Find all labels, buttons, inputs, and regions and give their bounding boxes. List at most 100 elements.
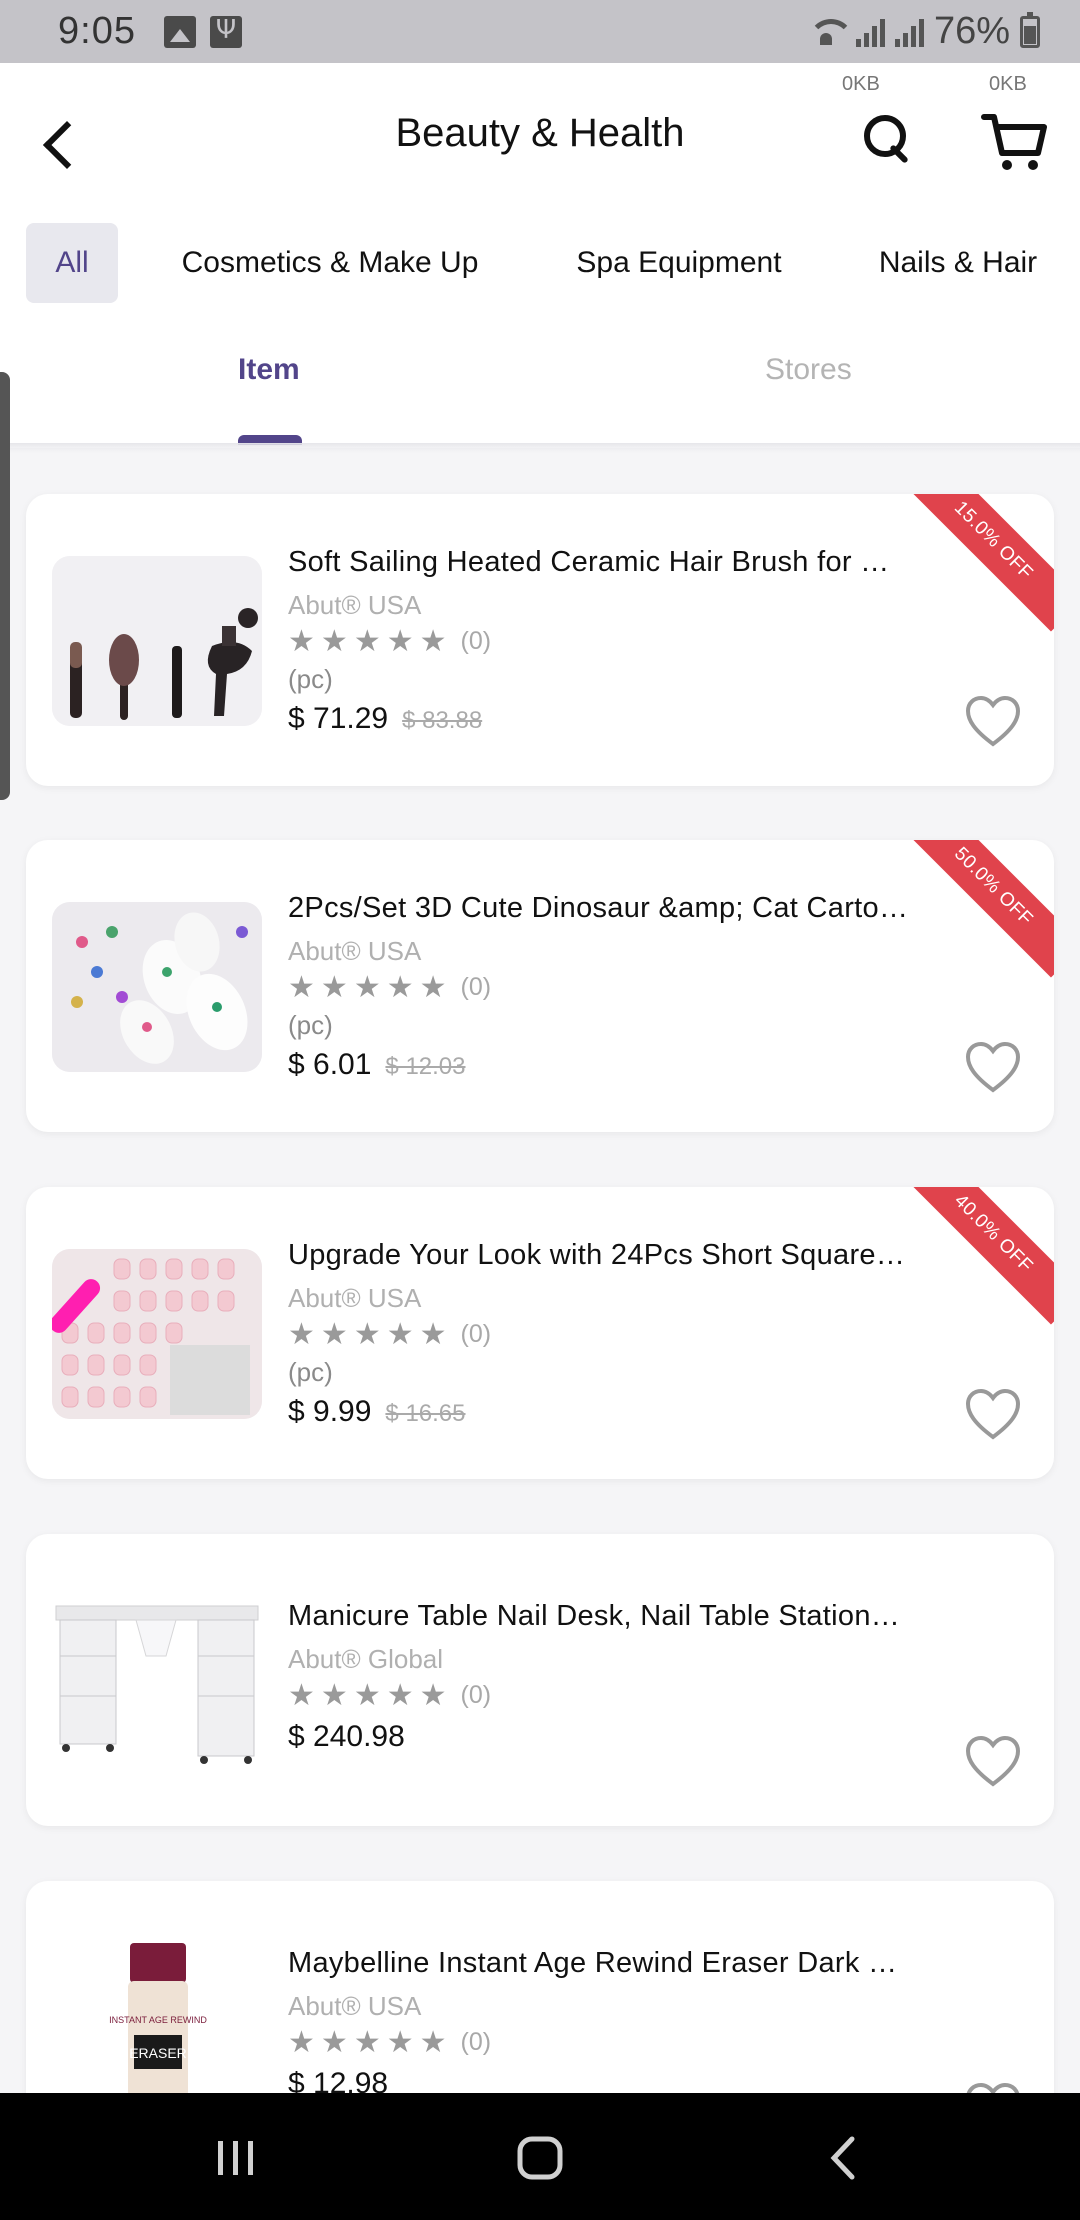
product-list[interactable]: Soft Sailing Heated Ceramic Hair Brush f…	[0, 453, 1080, 2093]
product-card[interactable]: Manicure Table Nail Desk, Nail Table Sta…	[26, 1534, 1054, 1826]
star-icon: ★	[419, 1679, 447, 1712]
cart-button[interactable]	[980, 107, 1050, 177]
signal-icon-2	[894, 17, 924, 47]
rating: ★ ★ ★ ★ ★ (0)	[288, 1678, 491, 1713]
home-button[interactable]	[510, 2133, 570, 2183]
star-icon: ★	[353, 625, 381, 658]
product-old-price: $ 12.03	[385, 1053, 466, 1080]
product-card[interactable]: Soft Sailing Heated Ceramic Hair Brush f…	[26, 494, 1054, 786]
tab-item[interactable]: Item	[238, 353, 300, 387]
star-icon: ★	[386, 971, 414, 1004]
product-store: Abut® USA	[288, 590, 422, 620]
rating-count: (0)	[460, 2028, 492, 2056]
app-header: Beauty & Health 0KB 0KB All Cosmetics & …	[0, 63, 1080, 448]
product-store: Abut® Global	[288, 1644, 444, 1674]
star-icon: ★	[419, 2026, 447, 2059]
product-price: $ 9.99	[288, 1395, 372, 1428]
rating: ★ ★ ★ ★ ★ (0)	[288, 970, 491, 1005]
category-chip-all[interactable]: All	[26, 223, 118, 303]
product-unit: (pc)	[288, 1357, 333, 1387]
star-icon: ★	[353, 1679, 381, 1712]
heart-icon	[965, 1041, 1021, 1093]
scroll-indicator[interactable]	[0, 372, 10, 800]
product-card[interactable]: Upgrade Your Look with 24Pcs Short Squar…	[26, 1187, 1054, 1479]
rating-count: (0)	[460, 973, 492, 1001]
product-title[interactable]: Soft Sailing Heated Ceramic Hair Brush f…	[288, 546, 968, 579]
category-chip-spa[interactable]: Spa Equipment	[546, 223, 812, 303]
product-image: INSTANT AGE REWIND ERASER	[52, 1943, 262, 2093]
star-icon: ★	[320, 625, 348, 658]
rating-count: (0)	[460, 1320, 492, 1348]
rating: ★ ★ ★ ★ ★ (0)	[288, 624, 491, 659]
star-icon: ★	[288, 1318, 315, 1351]
product-title[interactable]: Manicure Table Nail Desk, Nail Table Sta…	[288, 1600, 968, 1633]
category-chips: All Cosmetics & Make Up Spa Equipment Na…	[0, 223, 1080, 303]
favorite-button[interactable]	[964, 2081, 1022, 2093]
product-price: $ 6.01	[288, 1048, 372, 1081]
star-icon: ★	[288, 971, 315, 1004]
nail-stickers-image	[52, 902, 262, 1072]
heart-icon	[966, 2082, 1020, 2093]
star-icon: ★	[288, 1679, 315, 1712]
product-old-price: $ 16.65	[385, 1400, 466, 1427]
concealer-image: INSTANT AGE REWIND ERASER	[52, 1943, 262, 2093]
battery-icon	[1020, 11, 1040, 48]
category-chip-nails-hair[interactable]: Nails & Hair	[858, 223, 1058, 303]
favorite-button[interactable]	[964, 1387, 1022, 1441]
cart-icon	[981, 114, 1047, 170]
rating-count: (0)	[460, 627, 492, 655]
product-title[interactable]: 2Pcs/Set 3D Cute Dinosaur &amp; Cat Cart…	[288, 892, 968, 925]
product-image	[52, 1249, 262, 1419]
product-card[interactable]: 2Pcs/Set 3D Cute Dinosaur &amp; Cat Cart…	[26, 840, 1054, 1132]
product-unit: (pc)	[288, 1010, 333, 1040]
product-store: Abut® USA	[288, 936, 422, 966]
product-card[interactable]: INSTANT AGE REWIND ERASER Maybelline Ins…	[26, 1881, 1054, 2093]
status-bar: 9:05 76%	[0, 0, 1080, 63]
product-image	[52, 1596, 262, 1766]
rating: ★ ★ ★ ★ ★ (0)	[288, 2025, 491, 2060]
star-icon: ★	[419, 625, 447, 658]
star-icon: ★	[419, 971, 447, 1004]
tab-stores[interactable]: Stores	[765, 353, 852, 387]
favorite-button[interactable]	[964, 1040, 1022, 1094]
product-title[interactable]: Maybelline Instant Age Rewind Eraser Dar…	[288, 1947, 968, 1980]
product-price: $ 240.98	[288, 1720, 405, 1753]
star-icon: ★	[288, 625, 315, 658]
star-icon: ★	[386, 1318, 414, 1351]
recents-button[interactable]	[206, 2133, 266, 2183]
star-icon: ★	[386, 625, 414, 658]
category-chip-cosmetics[interactable]: Cosmetics & Make Up	[150, 223, 510, 303]
star-icon: ★	[353, 2026, 381, 2059]
product-title[interactable]: Upgrade Your Look with 24Pcs Short Squar…	[288, 1239, 968, 1272]
battery-percentage: 76%	[933, 10, 1010, 52]
home-icon	[517, 2136, 563, 2180]
eraser-label: ERASER	[129, 2045, 187, 2061]
rating-count: (0)	[460, 1681, 492, 1709]
product-price: $ 71.29	[288, 702, 389, 735]
wifi-icon	[806, 17, 846, 47]
product-store: Abut® USA	[288, 1283, 422, 1313]
system-nav-bar	[0, 2093, 1080, 2220]
search-button[interactable]	[858, 109, 922, 173]
cart-data-label: 0KB	[989, 73, 1027, 95]
star-icon: ★	[320, 1679, 348, 1712]
back-icon	[830, 2136, 855, 2180]
status-time: 9:05	[58, 10, 136, 52]
press-on-nails-image	[52, 1249, 262, 1419]
hair-tools-image	[52, 556, 262, 726]
product-image	[52, 902, 262, 1072]
product-old-price: $ 83.88	[402, 707, 483, 734]
star-icon: ★	[419, 1318, 447, 1351]
star-icon: ★	[386, 2026, 414, 2059]
product-unit: (pc)	[288, 664, 333, 694]
product-image	[52, 556, 262, 726]
manicure-table-image	[52, 1596, 262, 1766]
favorite-button[interactable]	[964, 694, 1022, 748]
star-icon: ★	[386, 1679, 414, 1712]
nav-back-button[interactable]	[814, 2133, 874, 2183]
star-icon: ★	[320, 1318, 348, 1351]
signal-icon	[855, 17, 885, 47]
favorite-button[interactable]	[964, 1734, 1022, 1788]
star-icon: ★	[320, 2026, 348, 2059]
product-price: $ 12.98	[288, 2067, 389, 2093]
